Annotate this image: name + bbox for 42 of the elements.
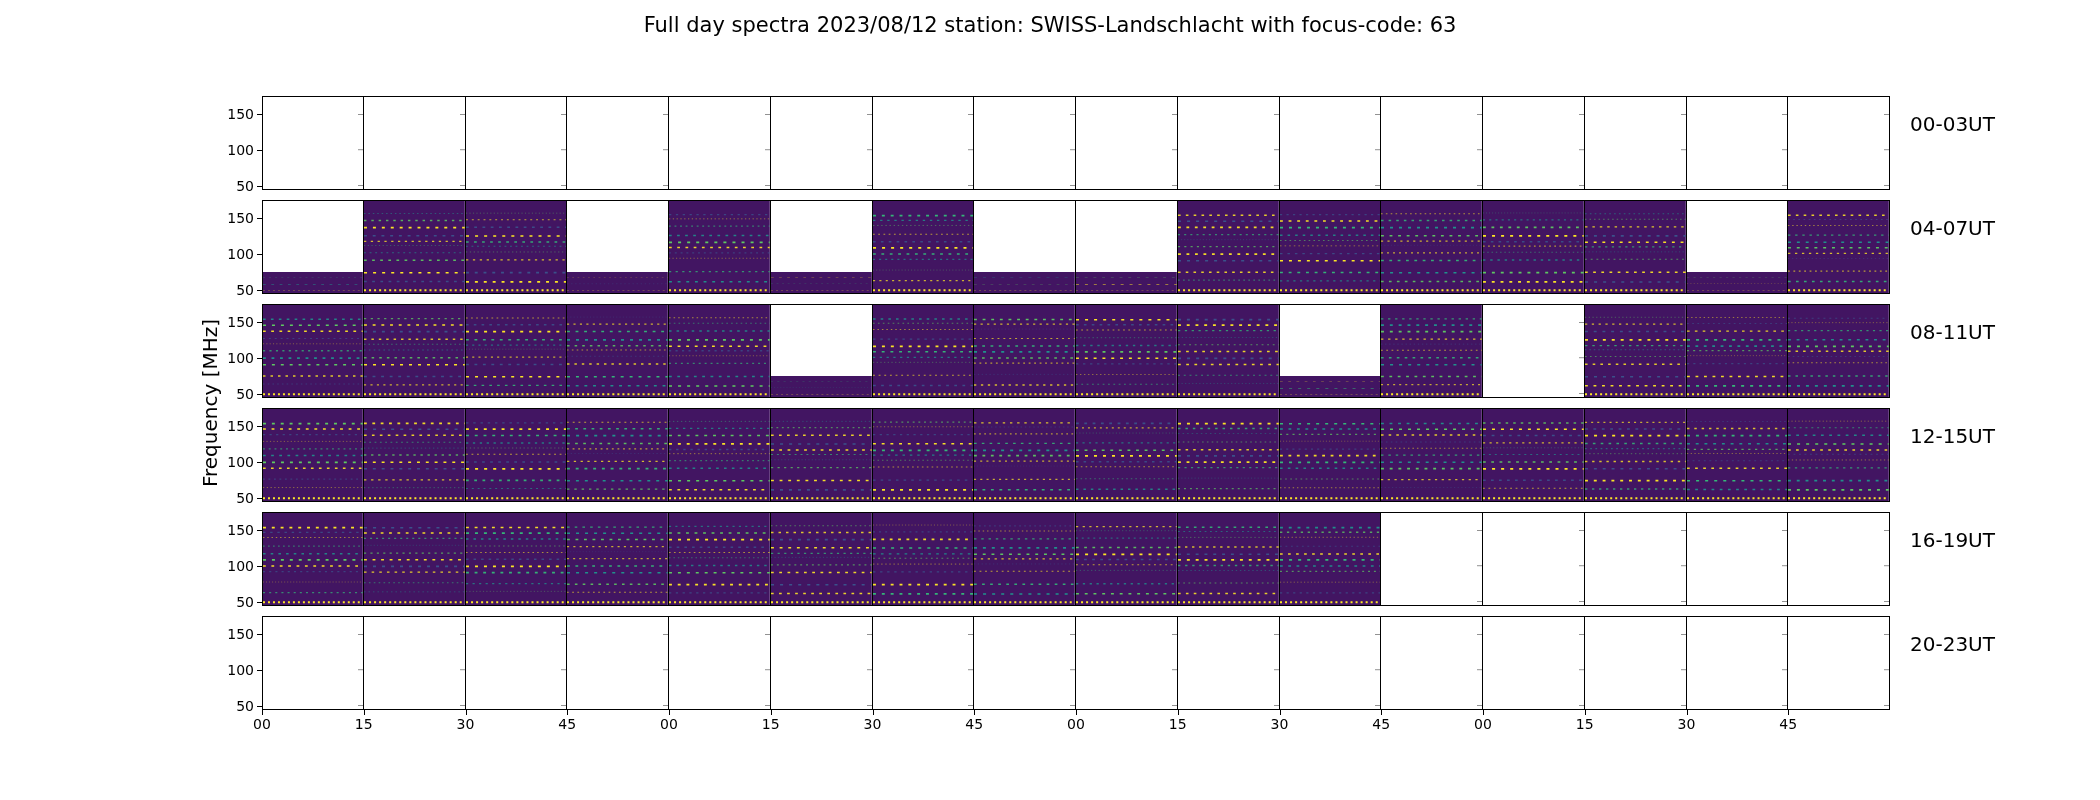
y-tick-label: 150 <box>227 106 254 121</box>
y-tick-label: 150 <box>227 626 254 641</box>
y-tick-label: 50 <box>236 491 254 506</box>
figure-title: Full day spectra 2023/08/12 station: SWISS-Landschlacht with focus-code: 63 <box>643 12 1457 39</box>
y-axis-label: Frequency [MHz] <box>198 318 222 488</box>
y-tick-label: 100 <box>227 559 254 574</box>
x-tick-label: 15 <box>1575 716 1594 732</box>
y-tick-label: 100 <box>227 351 254 366</box>
y-tick-label: 100 <box>227 663 254 678</box>
x-tick-label: 15 <box>761 716 780 732</box>
x-tick-label: 15 <box>354 716 373 732</box>
x-tick-label: 00 <box>253 716 271 732</box>
row-label: 04-07UT <box>1910 216 1995 240</box>
row-label: 12-15UT <box>1910 424 1995 448</box>
x-tick-label: 00 <box>660 716 678 732</box>
y-tick-label: 50 <box>236 283 254 298</box>
x-tick-label: 00 <box>1474 716 1492 732</box>
row-label: 16-19UT <box>1910 528 1995 552</box>
x-tick-label: 45 <box>965 716 984 732</box>
y-tick-label: 150 <box>227 314 254 329</box>
y-tick-label: 100 <box>227 143 254 158</box>
y-tick-label: 150 <box>227 210 254 225</box>
row-label: 08-11UT <box>1910 320 1995 344</box>
x-tick-label: 45 <box>558 716 577 732</box>
row-label: 00-03UT <box>1910 112 1995 136</box>
x-tick-label: 45 <box>1779 716 1798 732</box>
x-tick-label: 30 <box>863 716 882 732</box>
y-tick-label: 50 <box>236 595 254 610</box>
y-tick-label: 100 <box>227 455 254 470</box>
y-tick-label: 50 <box>236 699 254 714</box>
x-tick-label: 00 <box>1067 716 1085 732</box>
y-tick-label: 100 <box>227 247 254 262</box>
y-tick-label: 150 <box>227 522 254 537</box>
x-tick-label: 30 <box>456 716 475 732</box>
x-tick-label: 45 <box>1372 716 1391 732</box>
y-tick-label: 150 <box>227 418 254 433</box>
row-label: 20-23UT <box>1910 632 1995 656</box>
y-tick-label: 50 <box>236 387 254 402</box>
x-tick-label: 15 <box>1168 716 1187 732</box>
x-tick-label: 30 <box>1270 716 1289 732</box>
x-tick-label: 30 <box>1677 716 1696 732</box>
y-tick-label: 50 <box>236 179 254 194</box>
